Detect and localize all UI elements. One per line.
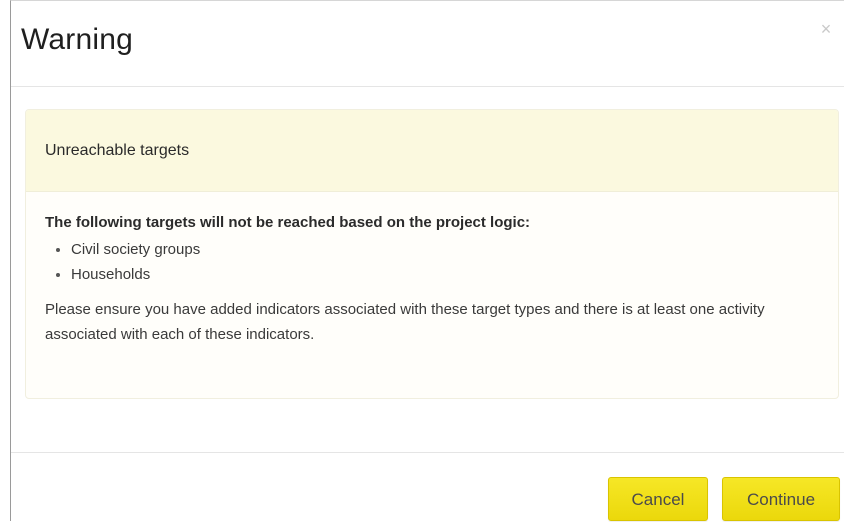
warning-lead-text: The following targets will not be reache… [45,214,531,231]
cancel-button[interactable]: Cancel [608,477,708,521]
target-list: Civil society groups Households [45,237,819,287]
dialog-body: Unreachable targets The following target… [11,87,844,452]
dialog-title: Warning [21,23,133,56]
list-item: Civil society groups [56,237,819,262]
warning-note-text: Please ensure you have added indicators … [45,301,765,343]
dialog-header: Warning × [11,1,844,87]
panel-heading: Unreachable targets [26,110,838,192]
warning-panel: Unreachable targets The following target… [25,109,839,399]
warning-dialog: Warning × Unreachable targets The follow… [10,0,844,521]
dialog-footer: Cancel Continue [11,452,844,522]
continue-button[interactable]: Continue [722,477,840,521]
list-item: Households [56,262,819,287]
close-icon[interactable]: × [818,19,834,39]
panel-body: The following targets will not be reache… [26,192,838,347]
